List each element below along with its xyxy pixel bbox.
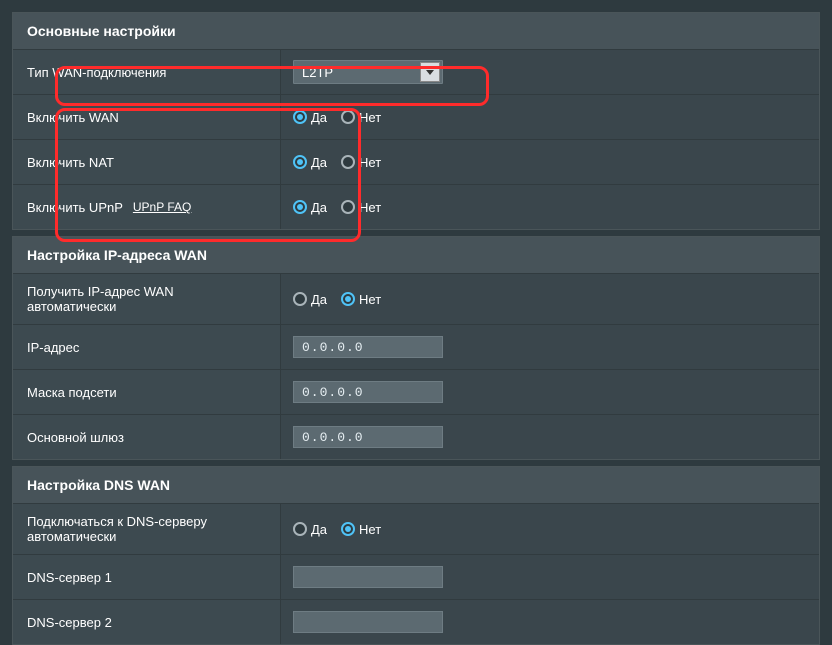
ip-settings-header: Настройка IP-адреса WAN — [13, 237, 819, 274]
gateway-input[interactable] — [293, 426, 443, 448]
subnet-mask-label: Маска подсети — [13, 370, 281, 414]
dns-settings-header: Настройка DNS WAN — [13, 467, 819, 504]
auto-ip-row: Получить IP-адрес WAN автоматически Да Н… — [13, 274, 819, 325]
ip-settings-panel: Настройка IP-адреса WAN Получить IP-адре… — [12, 236, 820, 460]
main-settings-panel: Основные настройки Тип WAN-подключения L… — [12, 12, 820, 230]
enable-wan-no[interactable]: Нет — [341, 110, 381, 125]
main-settings-header: Основные настройки — [13, 13, 819, 50]
dns1-label: DNS-сервер 1 — [13, 555, 281, 599]
dns2-label: DNS-сервер 2 — [13, 600, 281, 644]
enable-upnp-yes[interactable]: Да — [293, 200, 327, 215]
auto-ip-yes[interactable]: Да — [293, 292, 327, 307]
subnet-mask-row: Маска подсети — [13, 370, 819, 415]
auto-ip-label: Получить IP-адрес WAN автоматически — [13, 274, 281, 324]
enable-wan-row: Включить WAN Да Нет — [13, 95, 819, 140]
wan-type-label: Тип WAN-подключения — [13, 50, 281, 94]
auto-dns-row: Подключаться к DNS-серверу автоматически… — [13, 504, 819, 555]
enable-wan-yes[interactable]: Да — [293, 110, 327, 125]
enable-nat-yes[interactable]: Да — [293, 155, 327, 170]
chevron-down-icon — [420, 62, 440, 82]
enable-wan-label: Включить WAN — [13, 95, 281, 139]
auto-ip-no[interactable]: Нет — [341, 292, 381, 307]
wan-type-select[interactable]: L2TP — [293, 60, 443, 84]
upnp-faq-link[interactable]: UPnP FAQ — [133, 200, 191, 214]
enable-nat-label: Включить NAT — [13, 140, 281, 184]
subnet-mask-input[interactable] — [293, 381, 443, 403]
enable-upnp-no[interactable]: Нет — [341, 200, 381, 215]
auto-dns-no[interactable]: Нет — [341, 522, 381, 537]
auto-dns-yes[interactable]: Да — [293, 522, 327, 537]
ip-address-label: IP-адрес — [13, 325, 281, 369]
gateway-row: Основной шлюз — [13, 415, 819, 459]
ip-address-row: IP-адрес — [13, 325, 819, 370]
auto-dns-label: Подключаться к DNS-серверу автоматически — [13, 504, 281, 554]
enable-nat-no[interactable]: Нет — [341, 155, 381, 170]
enable-upnp-row: Включить UPnP UPnP FAQ Да Нет — [13, 185, 819, 229]
enable-nat-row: Включить NAT Да Нет — [13, 140, 819, 185]
enable-upnp-label: Включить UPnP — [27, 200, 123, 215]
dns2-input[interactable] — [293, 611, 443, 633]
dns2-row: DNS-сервер 2 — [13, 600, 819, 644]
wan-type-row: Тип WAN-подключения L2TP — [13, 50, 819, 95]
dns1-row: DNS-сервер 1 — [13, 555, 819, 600]
gateway-label: Основной шлюз — [13, 415, 281, 459]
ip-address-input[interactable] — [293, 336, 443, 358]
wan-type-value: L2TP — [302, 65, 420, 80]
dns1-input[interactable] — [293, 566, 443, 588]
dns-settings-panel: Настройка DNS WAN Подключаться к DNS-сер… — [12, 466, 820, 645]
